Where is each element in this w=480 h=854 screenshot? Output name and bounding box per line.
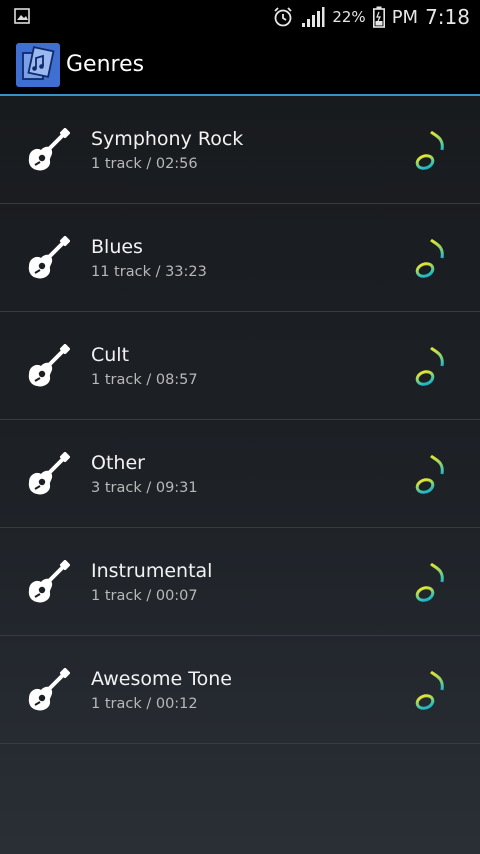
genre-meta: 1 track / 08:57 — [91, 372, 198, 388]
guitar-icon — [28, 668, 70, 711]
battery-icon — [372, 6, 385, 28]
genre-meta: 3 track / 09:31 — [91, 480, 198, 496]
genre-name: Instrumental — [91, 560, 213, 582]
music-note-icon — [415, 454, 444, 494]
clock-time: 7:18 — [425, 5, 470, 29]
action-bar: Genres — [0, 34, 480, 96]
genre-name: Cult — [91, 344, 130, 366]
list-item[interactable]: Other 3 track / 09:31 — [0, 420, 480, 528]
list-item[interactable]: Awesome Tone 1 track / 00:12 — [0, 636, 480, 744]
music-cards-icon[interactable] — [16, 43, 60, 87]
guitar-icon — [28, 452, 70, 495]
image-icon — [14, 8, 30, 24]
music-note-icon — [415, 346, 444, 386]
music-note-icon — [415, 238, 444, 278]
status-bar: 22% PM 7:18 — [0, 0, 480, 34]
genre-meta: 1 track / 00:12 — [91, 696, 198, 712]
battery-percent: 22% — [332, 8, 366, 26]
list-item[interactable]: Blues 11 track / 33:23 — [0, 204, 480, 312]
genre-name: Symphony Rock — [91, 128, 244, 150]
music-note-icon — [415, 670, 444, 710]
music-note-icon — [415, 562, 444, 602]
list-item[interactable]: Symphony Rock 1 track / 02:56 — [0, 96, 480, 204]
signal-icon — [302, 7, 325, 27]
genre-meta: 11 track / 33:23 — [91, 264, 207, 280]
am-pm-label: PM — [391, 6, 419, 28]
list-item[interactable]: Instrumental 1 track / 00:07 — [0, 528, 480, 636]
page-title: Genres — [66, 52, 145, 77]
genre-name: Blues — [91, 236, 143, 258]
guitar-icon — [28, 344, 70, 387]
genre-name: Awesome Tone — [91, 668, 232, 690]
guitar-icon — [28, 560, 70, 603]
list-item[interactable]: Cult 1 track / 08:57 — [0, 312, 480, 420]
music-note-icon — [415, 130, 444, 170]
guitar-icon — [28, 128, 70, 171]
guitar-icon — [28, 236, 70, 279]
alarm-icon — [274, 7, 292, 27]
genre-meta: 1 track / 02:56 — [91, 156, 198, 172]
genre-name: Other — [91, 452, 145, 474]
genre-meta: 1 track / 00:07 — [91, 588, 198, 604]
genre-list: Symphony Rock 1 track / 02:56 Blues 11 t… — [0, 96, 480, 744]
status-right: 22% PM 7:18 — [272, 0, 470, 34]
